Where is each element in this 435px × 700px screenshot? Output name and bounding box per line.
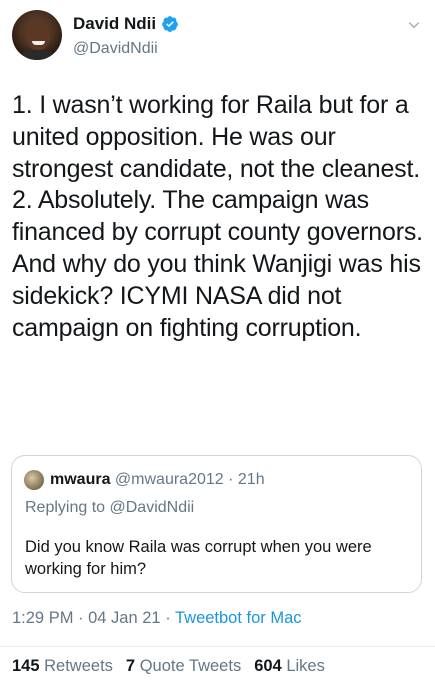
tweet-paragraph: 1. I wasn’t working for Raila but for a … [12,91,420,183]
quoted-time[interactable]: 21h [238,471,265,488]
quote-tweets-stat[interactable]: 7 Quote Tweets [126,657,241,675]
quoted-author-handle[interactable]: @mwaura2012 [115,471,224,488]
quote-tweets-label: Quote Tweets [139,657,242,675]
retweets-stat[interactable]: 145 Retweets [12,657,113,675]
quoted-tweet-text: Did you know Raila was corrupt when you … [25,538,372,578]
quoted-author-avatar[interactable] [24,470,44,490]
verified-badge-icon [162,16,178,32]
likes-stat[interactable]: 604 Likes [254,657,325,675]
quoted-author-name[interactable]: mwaura [50,471,110,488]
retweets-label: Retweets [44,657,113,675]
tweet-stats: 145 Retweets 7 Quote Tweets 604 Likes [12,657,325,676]
avatar-face [26,20,50,50]
replying-prefix: Replying to [25,499,110,516]
author-handle[interactable]: @DavidNdii [73,40,158,58]
meta-separator: · [160,609,175,627]
replying-mention-link[interactable]: @DavidNdii [110,499,195,516]
divider [0,646,435,647]
likes-label: Likes [286,657,325,675]
chevron-down-icon[interactable] [407,18,421,32]
tweet-paragraph: 2. Absolutely. The campaign was financed… [12,186,423,342]
author-display-name[interactable]: David Ndii [73,14,156,34]
likes-count: 604 [254,657,282,675]
tweet-meta: 1:29 PM · 04 Jan 21 · Tweetbot for Mac [12,609,302,628]
tweet-source-link[interactable]: Tweetbot for Mac [175,609,302,627]
meta-separator: · [73,609,89,627]
quoted-tweet[interactable]: mwaura @mwaura2012 · 21h Replying to @Da… [11,455,422,593]
tweet-card: David Ndii @DavidNdii 1. I wasn’t workin… [0,0,435,700]
avatar-shirt [17,50,59,60]
author-name-row: David Ndii [73,14,179,34]
quote-tweets-count: 7 [125,657,136,675]
quoted-separator: · [223,471,238,488]
quoted-tweet-header: mwaura @mwaura2012 · 21h [50,471,265,489]
tweet-date[interactable]: 04 Jan 21 [88,609,160,627]
quoted-replying-to: Replying to @DavidNdii [25,499,194,517]
avatar-smile [32,41,45,45]
retweets-count: 145 [12,657,40,675]
tweet-text: 1. I wasn’t working for Raila but for a … [12,90,428,344]
tweet-time[interactable]: 1:29 PM [12,609,73,627]
author-avatar[interactable] [12,10,62,60]
